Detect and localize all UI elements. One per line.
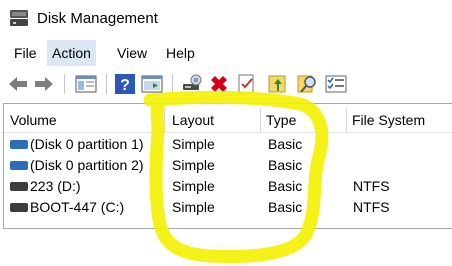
cell-volume: BOOT-447 (C:) (30, 199, 125, 215)
cell-volume: 223 (D:) (30, 178, 81, 194)
cell-volume: (Disk 0 partition 2) (30, 157, 144, 173)
menu-bar: File Action View Help (0, 40, 452, 66)
column-header-row: Volume Layout Type File System (4, 108, 452, 133)
title-bar: Disk Management (0, 0, 452, 38)
help-icon[interactable]: ? (113, 72, 137, 96)
table-row[interactable]: BOOT-447 (C:) Simple Basic NTFS (4, 197, 452, 218)
table-row[interactable]: (Disk 0 partition 2) Simple Basic (4, 155, 452, 176)
settings-list-icon[interactable] (324, 72, 348, 96)
menu-view[interactable]: View (112, 40, 152, 66)
properties-icon[interactable] (140, 72, 164, 96)
disk-management-app-icon (10, 10, 28, 26)
toolbar-separator (64, 74, 65, 94)
menu-action[interactable]: Action (47, 40, 96, 66)
cell-layout: Simple (172, 178, 215, 194)
connect-icon[interactable] (180, 72, 204, 96)
column-divider[interactable] (164, 108, 165, 132)
column-header-volume[interactable]: Volume (4, 108, 164, 132)
window-title: Disk Management (37, 10, 158, 27)
table-row[interactable]: (Disk 0 partition 1) Simple Basic (4, 134, 452, 155)
cell-type: Basic (268, 157, 303, 173)
toolbar-separator (172, 74, 173, 94)
column-header-file-system[interactable]: File System (346, 108, 452, 132)
menu-file[interactable]: File (9, 40, 42, 66)
forward-arrow-icon[interactable] (32, 72, 56, 96)
cell-volume: (Disk 0 partition 1) (30, 136, 144, 152)
toolbar-separator (106, 74, 107, 94)
cell-file-system: NTFS (353, 199, 390, 215)
cell-layout: Simple (172, 199, 215, 215)
delete-icon[interactable] (207, 72, 231, 96)
disk-volume-icon (10, 182, 28, 191)
volume-list: Volume Layout Type File System (Disk 0 p… (3, 103, 452, 229)
cell-type: Basic (268, 178, 303, 194)
search-icon[interactable] (295, 72, 319, 96)
cell-file-system: NTFS (353, 178, 390, 194)
toolbar: ? (0, 68, 452, 100)
disk-volume-icon (10, 140, 28, 149)
cell-layout: Simple (172, 136, 215, 152)
console-tree-icon[interactable] (74, 72, 98, 96)
cell-layout: Simple (172, 157, 215, 173)
disk-volume-icon (10, 203, 28, 212)
cell-type: Basic (268, 136, 303, 152)
cell-type: Basic (268, 199, 303, 215)
checklist-icon[interactable] (235, 72, 259, 96)
disk-volume-icon (10, 161, 28, 170)
menu-help[interactable]: Help (161, 40, 200, 66)
table-row[interactable]: 223 (D:) Simple Basic NTFS (4, 176, 452, 197)
column-header-type[interactable]: Type (260, 108, 346, 132)
svg-text:?: ? (120, 77, 130, 94)
column-header-layout[interactable]: Layout (166, 108, 260, 132)
back-arrow-icon[interactable] (6, 72, 30, 96)
new-folder-icon[interactable] (266, 72, 290, 96)
